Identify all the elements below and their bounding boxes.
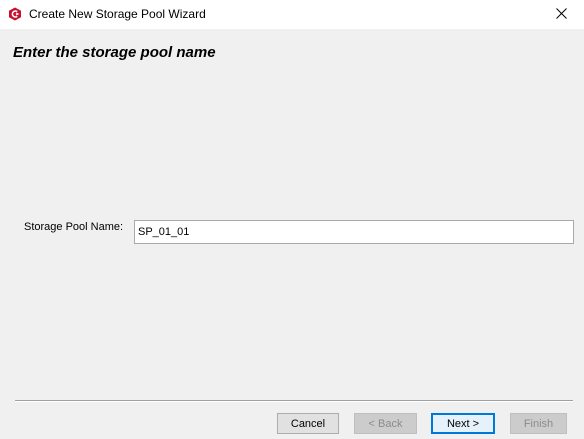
page-heading: Enter the storage pool name [13, 44, 216, 61]
back-button[interactable]: < Back [354, 413, 417, 434]
window-title: Create New Storage Pool Wizard [29, 7, 206, 21]
footer-separator [15, 400, 573, 402]
storage-pool-name-label: Storage Pool Name: [24, 221, 124, 233]
close-button[interactable] [538, 0, 584, 29]
storage-pool-name-input[interactable] [134, 220, 574, 244]
finish-button[interactable]: Finish [510, 413, 567, 434]
storage-app-icon [8, 7, 22, 21]
next-button[interactable]: Next > [431, 413, 495, 434]
cancel-button[interactable]: Cancel [277, 413, 339, 434]
wizard-content: Enter the storage pool name Storage Pool… [0, 29, 584, 439]
close-icon [555, 6, 567, 24]
title-bar: Create New Storage Pool Wizard [0, 0, 584, 29]
